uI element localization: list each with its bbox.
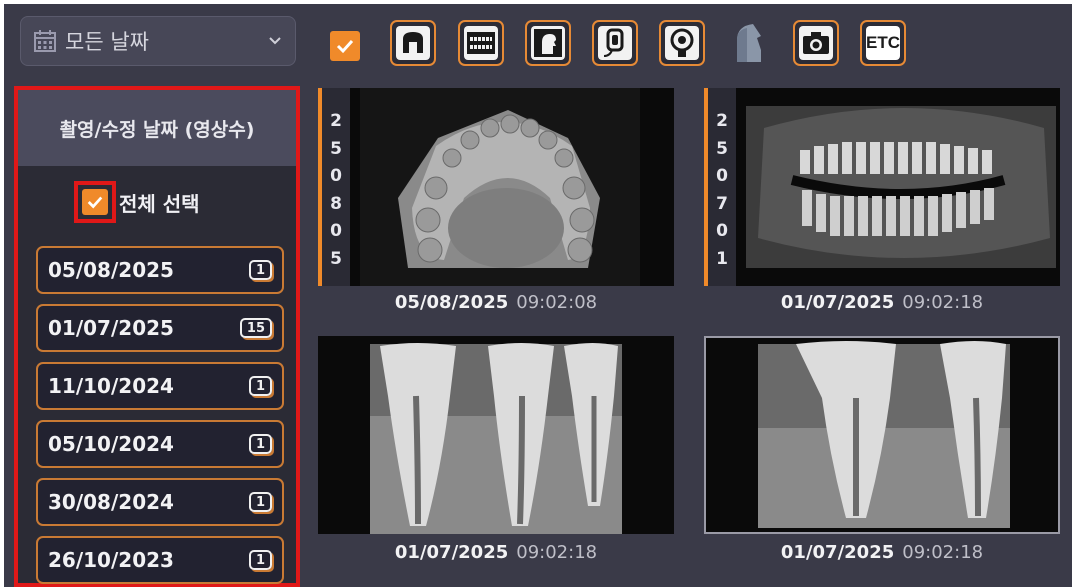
date-label: 01/07/2025	[48, 316, 174, 340]
thumbnail-time: 09:02:18	[516, 542, 598, 563]
patient-id-bar: 250701	[704, 88, 736, 286]
date-item[interactable]: 05/08/2025 1	[36, 246, 284, 294]
image-thumbnail[interactable]: 250701 01/07/2025 09:02:18	[704, 88, 1060, 318]
teeth-arch-filter-button[interactable]	[458, 20, 504, 66]
date-item[interactable]: 11/10/2024 1	[36, 362, 284, 410]
date-list-header: 촬영/수정 날짜 (영상수)	[18, 90, 296, 166]
etc-filter-button[interactable]: ETC	[860, 20, 906, 66]
thumbnail-image	[318, 336, 674, 534]
image-count-badge: 15	[239, 318, 272, 338]
sensor-filter-button[interactable]	[592, 20, 638, 66]
model-scanner-filter-button[interactable]	[659, 20, 705, 66]
thumbnail-image	[704, 336, 1060, 534]
thumbnail-caption: 05/08/2025 09:02:08	[318, 292, 674, 313]
chevron-down-icon	[269, 37, 281, 45]
date-item[interactable]: 01/07/2025 15	[36, 304, 284, 352]
select-all-checkbox[interactable]	[74, 181, 116, 223]
camera-icon	[799, 26, 833, 60]
etc-icon: ETC	[866, 26, 900, 60]
thumbnail-image: 250805	[318, 88, 674, 286]
image-count-badge: 1	[248, 492, 272, 512]
image-count-badge: 1	[248, 260, 272, 280]
date-item[interactable]: 30/08/2024 1	[36, 478, 284, 526]
thumbnail-image: 250701	[704, 88, 1060, 286]
sensor-icon	[598, 26, 632, 60]
calendar-icon	[34, 30, 56, 52]
etc-label: ETC	[866, 33, 900, 52]
skull-filter-button[interactable]	[390, 20, 436, 66]
image-thumbnail[interactable]: 01/07/2025 09:02:18	[704, 336, 1060, 566]
cbct-filter-button[interactable]	[726, 20, 772, 66]
date-filter-dropdown[interactable]: 모든 날짜	[20, 16, 296, 66]
cbct-icon	[737, 24, 761, 62]
thumbnail-date: 05/08/2025	[394, 292, 509, 313]
date-label: 30/08/2024	[48, 490, 174, 514]
thumbnail-date: 01/07/2025	[780, 292, 895, 313]
patient-id-bar: 250805	[318, 88, 350, 286]
patient-id-digits: 250701	[716, 111, 728, 269]
image-count-badge: 1	[248, 434, 272, 454]
model-scanner-icon	[665, 26, 699, 60]
image-count-badge: 1	[248, 376, 272, 396]
select-all-label: 전체 선택	[119, 191, 200, 216]
image-count-badge: 1	[248, 550, 272, 570]
thumbnail-date: 01/07/2025	[780, 542, 895, 563]
skull-icon	[396, 26, 430, 60]
thumbnail-date: 01/07/2025	[394, 542, 509, 563]
date-label: 05/08/2025	[48, 258, 174, 282]
cephalo-icon	[531, 26, 565, 60]
date-filter-value: 모든 날짜	[65, 30, 149, 54]
teeth-arch-icon	[464, 26, 498, 60]
date-label: 05/10/2024	[48, 432, 174, 456]
image-thumbnail[interactable]: 01/07/2025 09:02:18	[318, 336, 674, 566]
date-item[interactable]: 05/10/2024 1	[36, 420, 284, 468]
date-label: 11/10/2024	[48, 374, 174, 398]
date-item[interactable]: 26/10/2023 1	[36, 536, 284, 584]
checkmark-icon	[336, 39, 354, 54]
cephalo-filter-button[interactable]	[525, 20, 571, 66]
select-all-dates[interactable]: 전체 선택	[74, 176, 200, 228]
thumbnail-time: 09:02:08	[516, 292, 598, 313]
date-list-panel: 촬영/수정 날짜 (영상수) 전체 선택 05/08/2025 1 01/07/…	[14, 86, 300, 587]
thumbnail-caption: 01/07/2025 09:02:18	[318, 542, 674, 563]
camera-filter-button[interactable]	[793, 20, 839, 66]
patient-id-digits: 250805	[330, 111, 342, 269]
thumbnail-time: 09:02:18	[902, 542, 984, 563]
thumbnail-caption: 01/07/2025 09:02:18	[704, 542, 1060, 563]
image-thumbnail[interactable]: 250805 05/08/2025 09:02:08	[318, 88, 674, 318]
image-browser: 모든 날짜 ETC 촬영/수정 날짜 (영상수) 전체 선택 05/08/202…	[4, 4, 1072, 587]
thumbnail-time: 09:02:18	[902, 292, 984, 313]
thumbnail-caption: 01/07/2025 09:02:18	[704, 292, 1060, 313]
date-label: 26/10/2023	[48, 548, 174, 572]
checkmark-icon	[87, 196, 103, 209]
select-all-types-checkbox[interactable]	[330, 31, 360, 61]
